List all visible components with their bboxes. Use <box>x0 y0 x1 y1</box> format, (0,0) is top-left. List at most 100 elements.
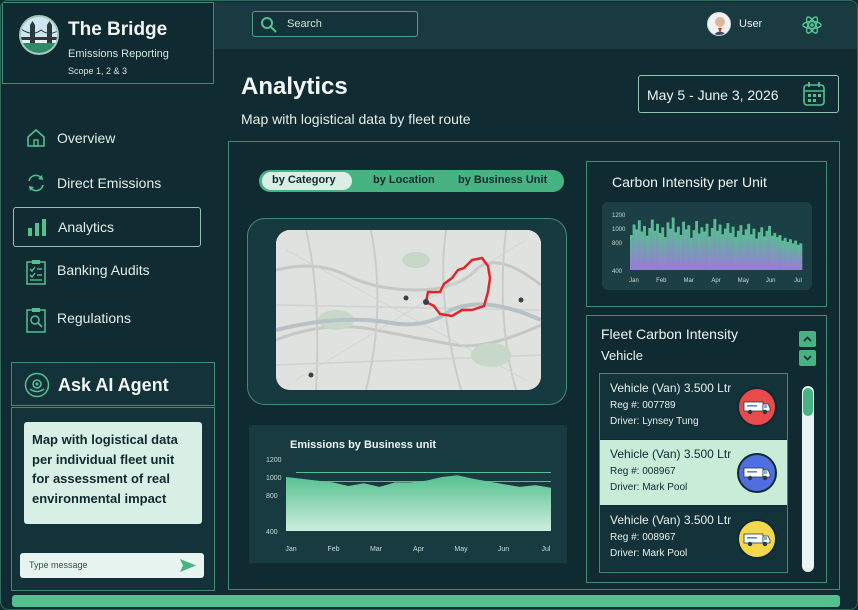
emissions-area <box>286 475 551 531</box>
search-input[interactable]: Search <box>252 11 418 37</box>
bar <box>765 230 769 270</box>
x-tick-label: Apr <box>413 546 425 553</box>
app-window: The Bridge Emissions Reporting Scope 1, … <box>0 0 858 610</box>
bar <box>702 231 706 270</box>
y-tick-label: 800 <box>266 493 278 500</box>
bar <box>674 232 678 270</box>
bar <box>723 228 727 270</box>
vehicle-reg: Reg #: 008967 <box>610 532 676 543</box>
sidebar-item-analytics[interactable]: Analytics <box>13 207 201 247</box>
bar <box>684 229 688 270</box>
vehicle-row[interactable]: Vehicle (Van) 3.500 Ltr Reg #: 008967 Dr… <box>600 440 787 505</box>
date-range-picker[interactable]: May 5 - June 3, 2026 <box>638 75 839 113</box>
tab-by-business-unit[interactable]: by Business Unit <box>458 174 547 186</box>
vehicle-driver: Driver: Mark Pool <box>610 548 688 559</box>
bar <box>726 223 730 270</box>
brand-header: The Bridge Emissions Reporting Scope 1, … <box>2 2 214 84</box>
bar <box>781 240 785 270</box>
bar <box>656 223 659 270</box>
x-tick-label: Feb <box>327 546 339 553</box>
x-tick-label: Jul <box>542 546 551 553</box>
scroll-down-button[interactable] <box>799 350 816 366</box>
bar <box>637 220 641 270</box>
bar <box>643 225 646 270</box>
checklist-icon <box>25 259 47 285</box>
user-avatar[interactable] <box>707 12 731 36</box>
ai-agent-header[interactable]: Ask AI Agent <box>11 362 215 406</box>
bar <box>666 222 670 270</box>
bar <box>757 232 761 270</box>
bar <box>679 235 683 270</box>
ai-message-bubble: Map with logistical data per individual … <box>24 422 202 524</box>
message-input[interactable]: Type message <box>20 553 204 578</box>
vehicle-reg: Reg #: 008967 <box>610 466 676 477</box>
bar <box>687 225 691 270</box>
x-tick-label: Apr <box>711 278 720 284</box>
vehicle-row[interactable]: Vehicle (Van) 3.500 Ltr Reg #: 007789 Dr… <box>600 374 787 439</box>
x-tick-label: May <box>738 278 749 284</box>
sidebar-item-direct-emissions[interactable]: Direct Emissions <box>13 163 201 203</box>
bar <box>713 218 717 270</box>
send-icon[interactable] <box>180 559 196 572</box>
bar <box>630 235 633 270</box>
bar <box>705 223 709 270</box>
document-search-icon <box>25 307 47 333</box>
bar <box>747 223 751 270</box>
emissions-area-chart: 1200 1000 800 400 Jan Feb Mar Apr May Jun Jul <box>266 457 551 553</box>
tab-by-location[interactable]: by Location <box>373 174 435 186</box>
bar <box>671 217 675 270</box>
user-name[interactable]: User <box>739 18 762 30</box>
x-tick-label: Jan <box>285 546 296 553</box>
bar <box>744 229 748 270</box>
bar <box>695 221 699 270</box>
bar <box>708 236 712 270</box>
home-icon <box>25 127 47 149</box>
fleet-title: Fleet Carbon Intensity <box>601 326 738 342</box>
bar <box>791 243 795 270</box>
sidebar-item-banking-audits[interactable]: Banking Audits <box>13 250 201 290</box>
page-subtitle: Map with logistical data by fleet route <box>241 111 471 127</box>
carbon-intensity-chart-area: 1200 1000 800 400 Jan Feb Mar Apr May Jun Jul <box>602 202 812 290</box>
bridge-logo-icon <box>19 15 59 55</box>
vehicle-name: Vehicle (Van) 3.500 Ltr <box>610 381 732 395</box>
vehicle-name: Vehicle (Van) 3.500 Ltr <box>610 513 732 527</box>
bar <box>692 230 696 270</box>
bar <box>697 233 701 270</box>
y-tick-label: 1000 <box>612 227 626 233</box>
bar <box>778 235 782 270</box>
bar <box>729 232 732 270</box>
bar <box>658 232 662 270</box>
carbon-intensity-bar-chart: 1200 1000 800 400 Jan Feb Mar Apr May Jun Jul <box>612 213 803 284</box>
vehicle-row[interactable]: Vehicle (Van) 3.500 Ltr Reg #: 008967 Dr… <box>600 506 787 571</box>
sidebar-item-label: Analytics <box>58 219 115 235</box>
tab-by-category[interactable]: by Category <box>272 174 336 186</box>
atom-icon[interactable] <box>802 14 822 36</box>
brand-title: The Bridge <box>68 19 168 40</box>
scroll-up-button[interactable] <box>799 331 816 347</box>
bar <box>650 219 654 270</box>
refresh-icon <box>25 172 47 194</box>
bar <box>640 231 644 270</box>
scrollbar-thumb[interactable] <box>803 388 813 416</box>
vehicle-list-scrollbar[interactable] <box>802 386 814 572</box>
sidebar-item-overview[interactable]: Overview <box>13 118 201 158</box>
fleet-stepper <box>799 331 816 367</box>
route-map[interactable] <box>276 230 541 390</box>
bar <box>635 229 639 270</box>
vehicle-driver: Driver: Lynsey Tung <box>610 416 699 427</box>
bar <box>755 238 758 270</box>
bar <box>669 228 672 270</box>
bar <box>648 228 652 270</box>
sidebar-item-regulations[interactable]: Regulations <box>13 298 201 338</box>
sidebar-item-label: Banking Audits <box>57 262 150 278</box>
x-tick-label: Jun <box>766 278 776 284</box>
bar <box>762 236 766 270</box>
sidebar-item-label: Direct Emissions <box>57 175 162 191</box>
bar <box>718 224 722 270</box>
ai-agent-title: Ask AI Agent <box>58 375 169 395</box>
sidebar-item-label: Regulations <box>57 310 131 326</box>
ai-agent-icon <box>24 372 50 398</box>
van-icon <box>737 519 777 559</box>
vehicle-name: Vehicle (Van) 3.500 Ltr <box>610 447 732 461</box>
x-tick-label: May <box>454 546 468 553</box>
